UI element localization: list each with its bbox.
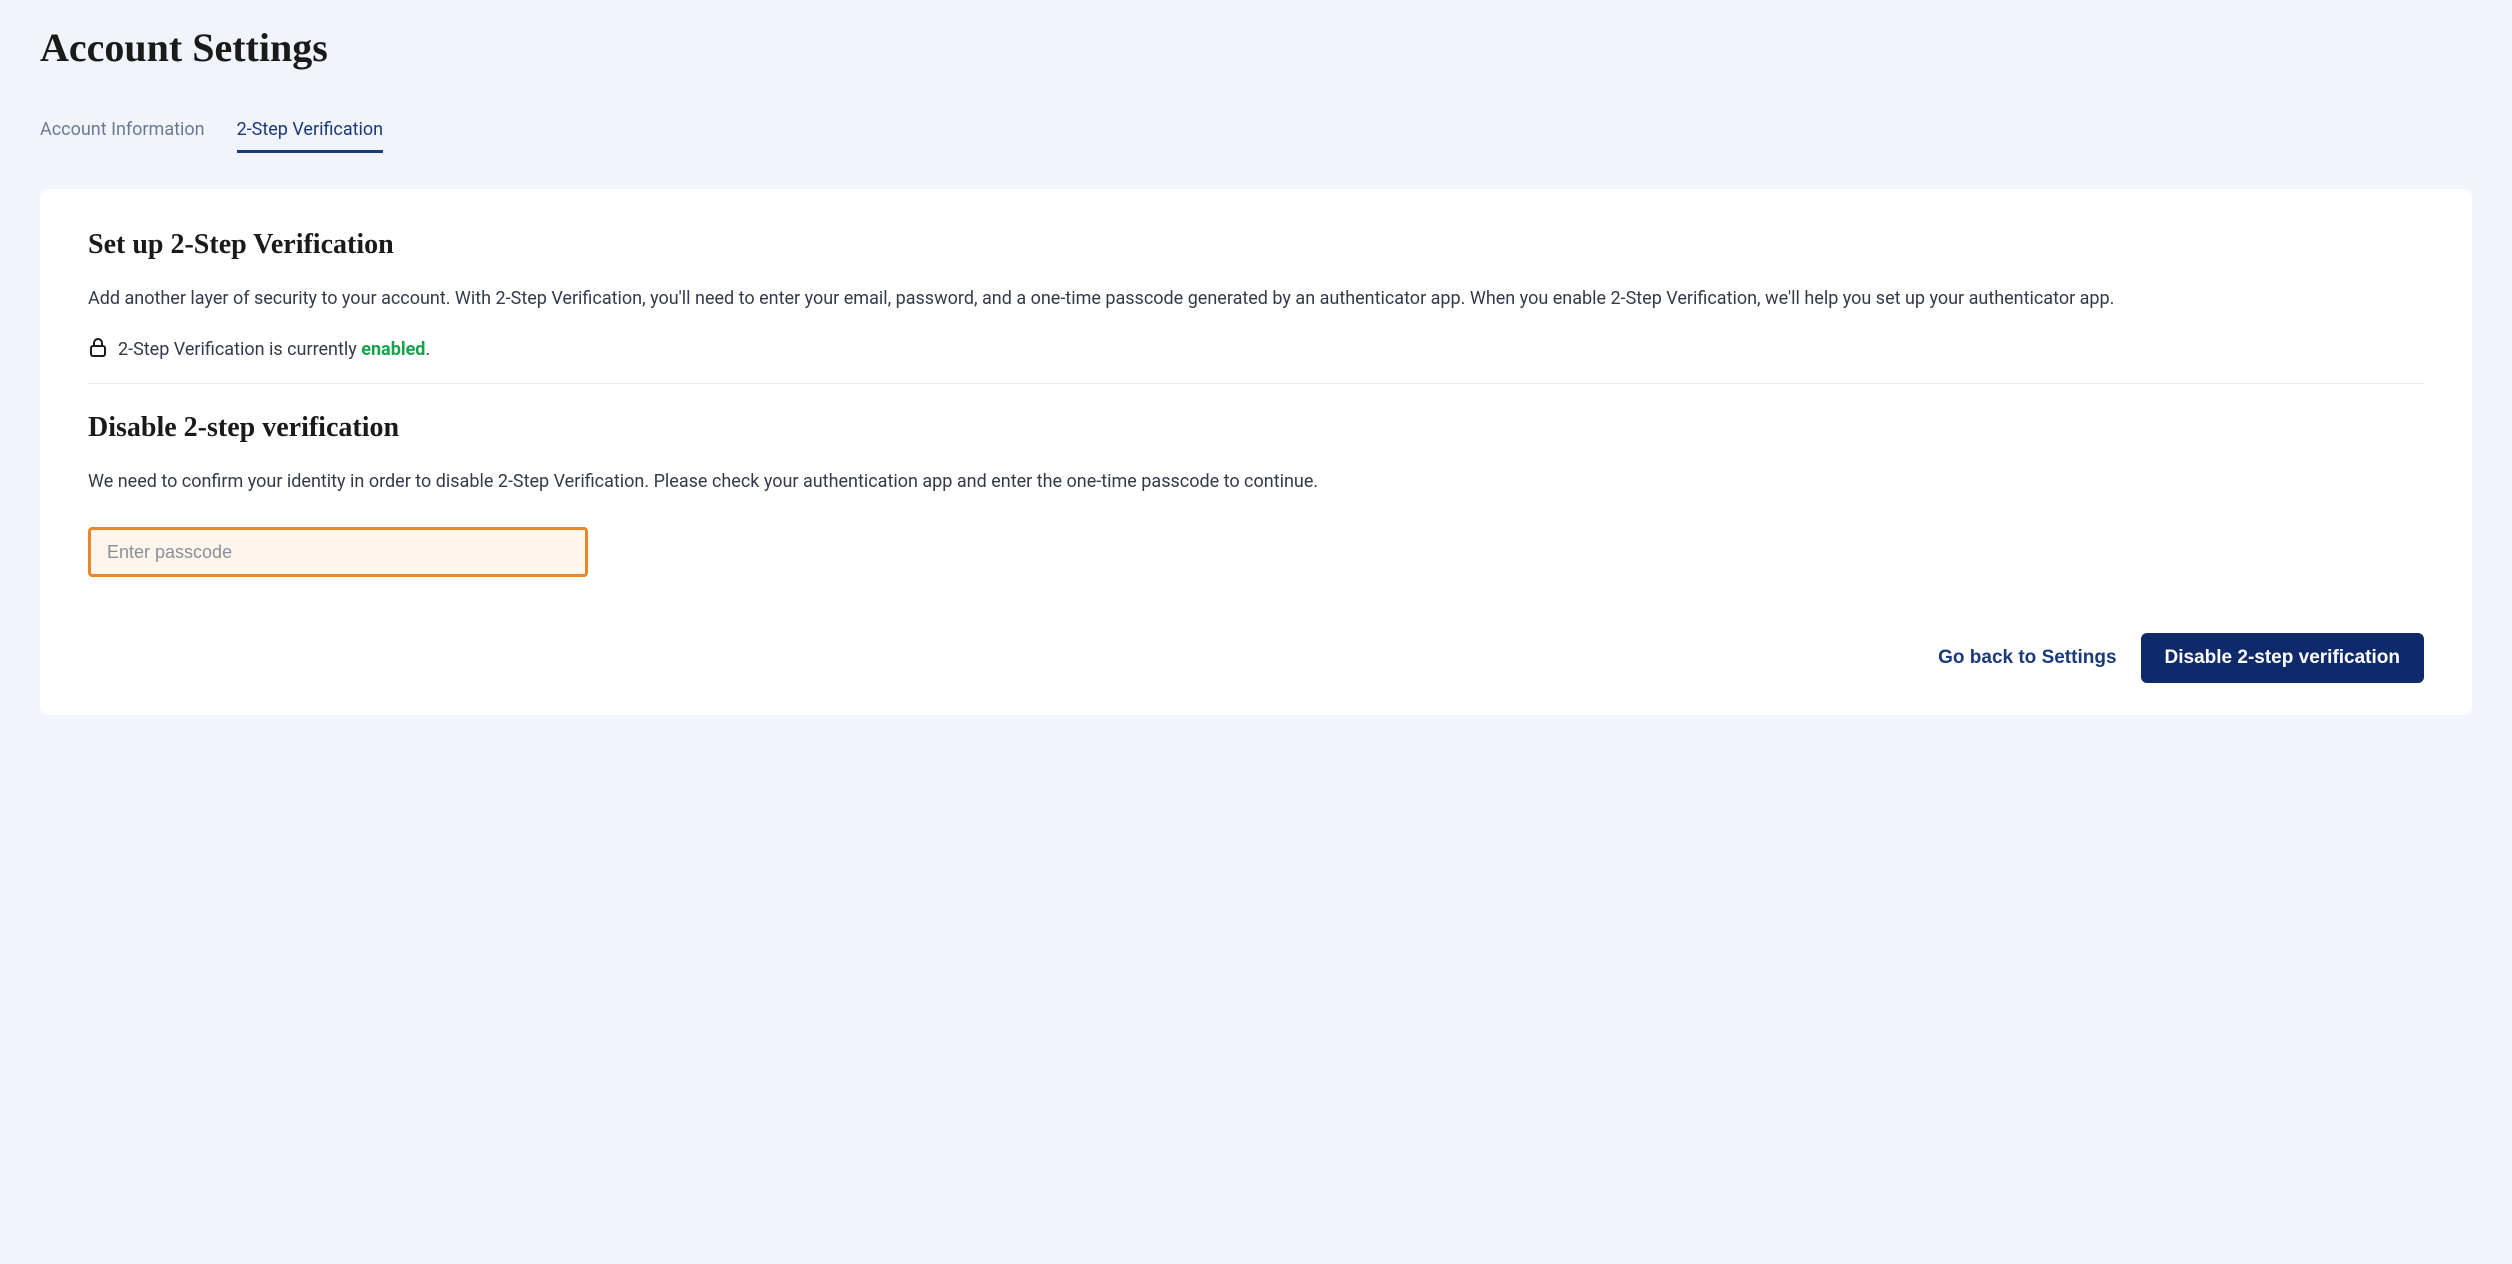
setup-title: Set up 2-Step Verification — [88, 229, 2424, 261]
divider — [88, 383, 2424, 384]
lock-icon — [88, 336, 108, 363]
setup-description: Add another layer of security to your ac… — [88, 285, 2424, 312]
disable-2step-button[interactable]: Disable 2-step verification — [2141, 633, 2424, 683]
tab-2-step-verification[interactable]: 2-Step Verification — [237, 119, 384, 153]
status-suffix: . — [425, 339, 430, 360]
disable-description: We need to confirm your identity in orde… — [88, 468, 2424, 495]
status-row: 2-Step Verification is currently enabled… — [88, 336, 2424, 363]
status-prefix: 2-Step Verification is currently — [118, 339, 361, 360]
tab-account-information[interactable]: Account Information — [40, 119, 205, 153]
disable-title: Disable 2-step verification — [88, 412, 2424, 444]
passcode-input[interactable] — [88, 527, 588, 577]
action-row: Go back to Settings Disable 2-step verif… — [88, 633, 2424, 683]
page-title: Account Settings — [40, 24, 2472, 71]
status-value: enabled — [361, 339, 425, 360]
settings-card: Set up 2-Step Verification Add another l… — [40, 189, 2472, 715]
status-text: 2-Step Verification is currently enabled… — [118, 339, 430, 360]
go-back-button[interactable]: Go back to Settings — [1938, 647, 2116, 669]
tab-bar: Account Information 2-Step Verification — [40, 119, 2472, 153]
